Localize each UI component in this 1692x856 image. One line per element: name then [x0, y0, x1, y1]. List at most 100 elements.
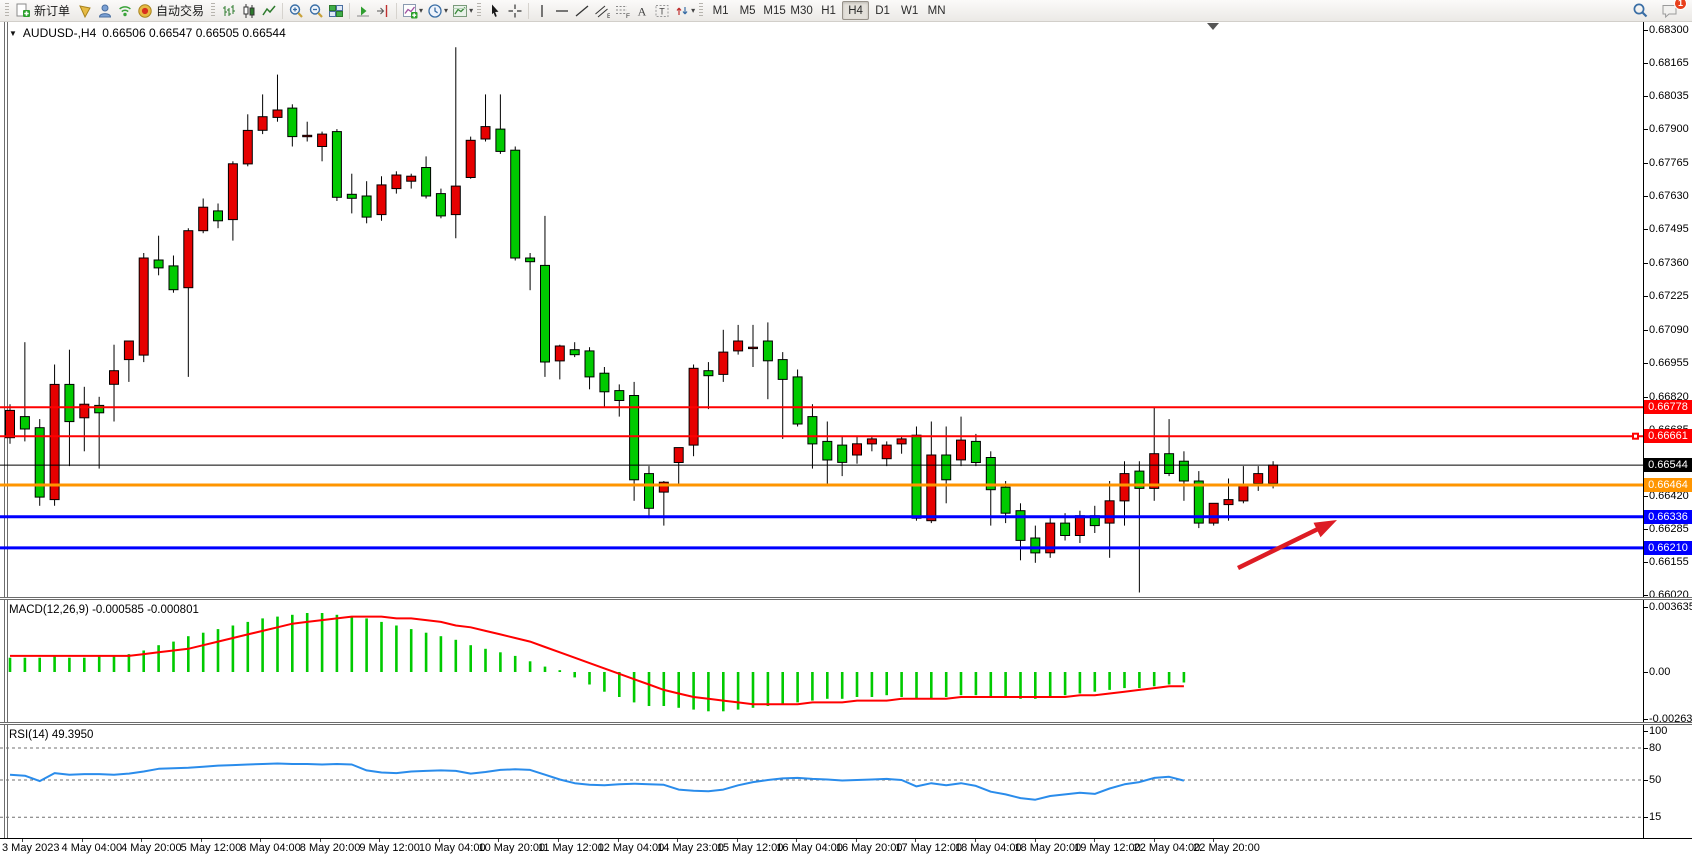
time-axis-label: 16 May 04:00 [776, 842, 843, 854]
chart-shift-marker[interactable] [1207, 23, 1219, 30]
bar-chart-mode-button[interactable] [219, 1, 239, 21]
candlestick-mode-button[interactable] [239, 1, 259, 21]
indicators-button[interactable]: ▾ [400, 1, 425, 21]
text-a-icon: A [634, 3, 650, 19]
chat-button[interactable]: 1 [1659, 1, 1681, 21]
tile-windows-button[interactable] [326, 1, 346, 21]
search-button[interactable] [1630, 1, 1651, 21]
auto-trading-label: 自动交易 [153, 2, 207, 19]
fibonacci-tool-button[interactable]: F [612, 1, 632, 21]
timeframe-h1-button[interactable]: H1 [815, 1, 842, 20]
bear-candle [600, 373, 609, 392]
auto-trading-button[interactable]: 自动交易 [135, 1, 209, 21]
bear-candle [436, 194, 445, 216]
timeframe-m30-button[interactable]: M30 [788, 1, 815, 20]
bear-candle [570, 350, 579, 355]
price-pane[interactable]: ▼ AUDUSD-,H4 0.66506 0.66547 0.66505 0.6… [0, 22, 1692, 597]
time-axis-label: 11 May 12:00 [538, 842, 604, 854]
pane-divider[interactable] [0, 597, 1692, 600]
channel-tool-button[interactable]: E [592, 1, 612, 21]
bull-candle [273, 110, 282, 117]
zoom-in-button[interactable] [286, 1, 306, 21]
clock-icon [427, 3, 443, 19]
bear-candle [154, 260, 163, 268]
bear-candle [1001, 487, 1010, 513]
line-chart-mode-button[interactable] [259, 1, 279, 21]
label-tool-button[interactable]: T [652, 1, 672, 21]
auto-scroll-button[interactable] [353, 1, 373, 21]
time-axis-label: 8 May 04:00 [240, 842, 301, 854]
bull-candle [897, 439, 906, 444]
time-axis-label: 4 May 04:00 [62, 842, 123, 854]
horizontal-line-icon [554, 3, 570, 19]
templates-button[interactable]: ▾ [450, 1, 475, 21]
timeframe-m5-button[interactable]: M5 [734, 1, 761, 20]
bull-candle [243, 130, 252, 164]
price-axis-tick-label: 0.67495 [1649, 223, 1689, 235]
time-axis-label: 10 May 04:00 [419, 842, 486, 854]
vertical-line-icon [534, 3, 550, 19]
pane-divider[interactable] [0, 722, 1692, 725]
timeframe-m1-button[interactable]: M1 [707, 1, 734, 20]
vertical-line-tool-button[interactable] [532, 1, 552, 21]
bull-candle [749, 347, 758, 348]
text-tool-button[interactable]: A [632, 1, 652, 21]
bear-candle [971, 441, 980, 462]
horizontal-line-tool-button[interactable] [552, 1, 572, 21]
auto-trading-icon [137, 3, 153, 19]
bull-candle [6, 410, 15, 437]
signals-button[interactable] [115, 1, 135, 21]
bear-candle [823, 441, 832, 460]
toolbar-grip[interactable] [699, 3, 703, 18]
chevron-down-icon: ▾ [469, 6, 473, 15]
bull-candle [50, 384, 59, 499]
timeframe-h4-button[interactable]: H4 [842, 1, 869, 20]
profile-button[interactable] [75, 1, 95, 21]
collapse-triangle-icon[interactable]: ▼ [9, 29, 17, 38]
bear-candle [65, 384, 74, 421]
price-axis-tick-label: 0.66155 [1649, 556, 1689, 568]
time-axis-label: 4 May 20:00 [121, 842, 182, 854]
ohlc-values-label: 0.66506 0.66547 0.66505 0.66544 [102, 26, 286, 40]
time-axis-label: 15 May 12:00 [717, 842, 784, 854]
rsi-line [10, 764, 1184, 800]
bull-candle [1269, 465, 1278, 483]
timeframe-mn-button[interactable]: MN [923, 1, 950, 20]
bull-candle [719, 352, 728, 374]
bull-candle [407, 176, 416, 181]
price-level-badge: 0.66544 [1644, 458, 1692, 472]
chart-shift-icon [375, 3, 391, 19]
bull-candle [451, 186, 460, 215]
arrows-tool-button[interactable]: ▾ [672, 1, 697, 21]
trend-arrow[interactable] [1238, 520, 1337, 568]
timeframe-m15-button[interactable]: M15 [761, 1, 788, 20]
periods-button[interactable]: ▾ [425, 1, 450, 21]
bear-candle [1016, 511, 1025, 541]
toolbar-grip[interactable] [211, 3, 215, 18]
timeframe-d1-button[interactable]: D1 [869, 1, 896, 20]
bull-candle [1105, 501, 1114, 523]
cursor-tool-button[interactable] [485, 1, 505, 21]
timeframe-w1-button[interactable]: W1 [896, 1, 923, 20]
chart-shift-button[interactable] [373, 1, 393, 21]
time-axis-label: 16 May 20:00 [836, 842, 903, 854]
rsi-label: RSI(14) 49.3950 [9, 729, 93, 741]
arrows-icon [674, 3, 690, 19]
bull-candle [882, 445, 891, 459]
time-axis[interactable]: 3 May 20234 May 04:004 May 20:005 May 12… [0, 838, 1692, 856]
community-button[interactable] [95, 1, 115, 21]
zoom-out-icon [308, 3, 324, 19]
toolbar-grip[interactable] [477, 3, 481, 18]
crosshair-tool-button[interactable] [505, 1, 525, 21]
bear-candle [362, 196, 371, 217]
candlestick-plot[interactable] [0, 22, 1643, 597]
bear-candle [20, 417, 29, 429]
bull-candle [1254, 474, 1263, 484]
trendline-tool-button[interactable] [572, 1, 592, 21]
toolbar-grip[interactable] [5, 3, 9, 18]
rsi-pane[interactable]: RSI(14) 49.3950 100805015 [0, 725, 1692, 838]
new-order-button[interactable]: 新订单 [13, 1, 75, 21]
bull-candle [392, 175, 401, 189]
zoom-out-button[interactable] [306, 1, 326, 21]
macd-pane[interactable]: MACD(12,26,9) -0.000585 -0.000801 0.0036… [0, 600, 1692, 722]
